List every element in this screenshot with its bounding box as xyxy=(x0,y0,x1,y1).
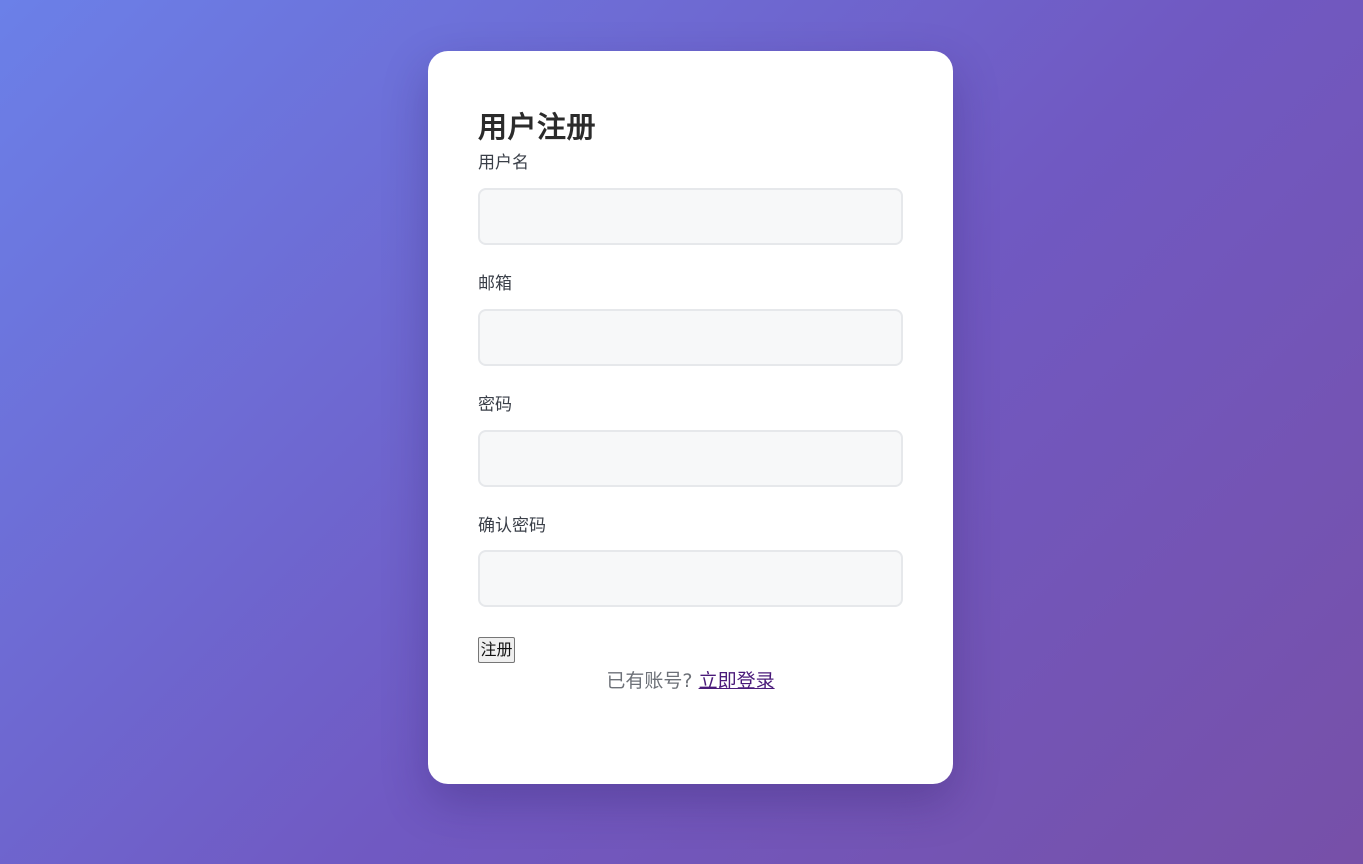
login-prompt-text: 已有账号? xyxy=(606,670,693,692)
page-title: 用户注册 xyxy=(478,110,597,144)
register-button[interactable]: 注册 xyxy=(478,637,515,663)
username-label: 用户名 xyxy=(478,153,529,173)
password-label: 密码 xyxy=(478,395,512,415)
login-link[interactable]: 立即登录 xyxy=(699,670,775,692)
username-input[interactable] xyxy=(478,188,903,245)
email-label: 邮箱 xyxy=(478,274,512,294)
register-card: 用户注册 用户名 邮箱 密码 确认密码 注册 已有账号? 立即登录 xyxy=(428,51,953,784)
login-prompt: 已有账号? 立即登录 xyxy=(478,667,903,695)
password-input[interactable] xyxy=(478,430,903,487)
email-input[interactable] xyxy=(478,309,903,366)
confirm-password-input[interactable] xyxy=(478,550,903,607)
confirm-password-label: 确认密码 xyxy=(478,516,546,536)
